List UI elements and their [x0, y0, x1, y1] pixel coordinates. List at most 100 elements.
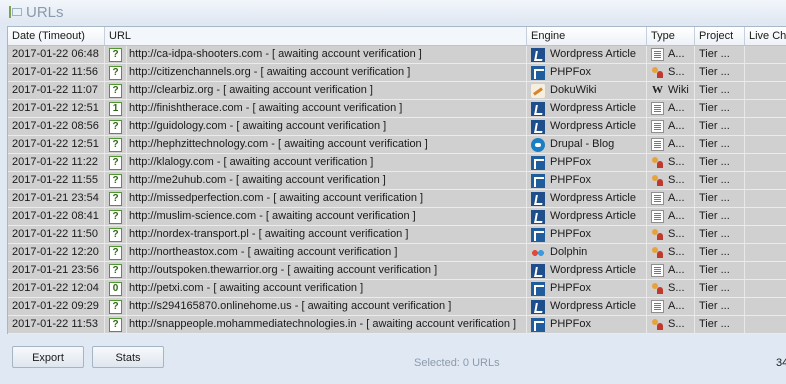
row-status: ?	[105, 190, 127, 207]
row-date: 2017-01-22 06:48	[8, 46, 105, 63]
row-live-check	[745, 316, 786, 333]
row-live-check	[745, 46, 786, 63]
selected-count-text: Selected: 0 URLs	[414, 357, 500, 369]
row-status: ?	[105, 136, 127, 153]
row-status: ?	[105, 82, 127, 99]
column-header-type[interactable]: Type	[647, 27, 695, 45]
row-url: http://petxi.com - [ awaiting account ve…	[127, 280, 527, 297]
row-url: http://ca-idpa-shooters.com - [ awaiting…	[127, 46, 527, 63]
table-row[interactable]: 2017-01-22 12:51 1 http://finishtherace.co…	[8, 100, 786, 118]
row-engine-label: Wordpress Article	[550, 192, 636, 204]
row-live-check	[745, 154, 786, 171]
row-project: Tier ...	[695, 244, 745, 261]
window-titlebar: URLs	[0, 0, 786, 24]
row-engine-label: PHPFox	[550, 228, 591, 240]
row-engine: Wordpress Article	[527, 190, 647, 207]
status-badge: ?	[109, 155, 122, 170]
row-type: A...	[647, 100, 695, 117]
wordpress-icon	[531, 299, 545, 314]
window-title: URLs	[26, 3, 64, 21]
article-icon	[651, 48, 664, 61]
table-row[interactable]: 2017-01-22 08:41? http://muslim-science.c…	[8, 208, 786, 226]
row-engine-label: PHPFox	[550, 174, 591, 186]
wordpress-icon	[531, 191, 545, 206]
dolphin-icon	[531, 245, 545, 260]
row-type: S...	[647, 64, 695, 81]
row-status: ?	[105, 64, 127, 81]
wordpress-icon	[531, 47, 545, 62]
social-icon	[651, 228, 664, 241]
row-engine-label: Wordpress Article	[550, 48, 636, 60]
column-header-live-check[interactable]: Live Che	[745, 27, 786, 45]
row-project: Tier ...	[695, 226, 745, 243]
row-live-check	[745, 190, 786, 207]
article-icon	[651, 264, 664, 277]
row-date: 2017-01-22 11:07	[8, 82, 105, 99]
row-type: A...	[647, 262, 695, 279]
row-status: ?	[105, 226, 127, 243]
status-badge: ?	[109, 173, 122, 188]
table-row[interactable]: 2017-01-21 23:56? http://outspoken.thewar…	[8, 262, 786, 280]
row-status: ?	[105, 298, 127, 315]
row-type-label: A...	[668, 264, 685, 276]
status-badge: ?	[109, 83, 122, 98]
row-engine: Dolphin	[527, 244, 647, 261]
table-row[interactable]: 2017-01-22 11:07? http://clearbiz.org - […	[8, 82, 786, 100]
phpfox-icon	[531, 65, 545, 80]
column-header-engine[interactable]: Engine	[527, 27, 647, 45]
table-row[interactable]: 2017-01-22 12:20? http://northeastox.com …	[8, 244, 786, 262]
table-row[interactable]: 2017-01-22 12:51? http://hephzittechnolog…	[8, 136, 786, 154]
wordpress-icon	[531, 101, 545, 116]
table-row[interactable]: 2017-01-21 23:54? http://missedperfection…	[8, 190, 786, 208]
row-date: 2017-01-22 08:56	[8, 118, 105, 135]
article-icon	[651, 102, 664, 115]
row-engine-label: Wordpress Article	[550, 102, 636, 114]
row-project: Tier ...	[695, 100, 745, 117]
column-header-date[interactable]: Date (Timeout)	[8, 27, 105, 45]
export-button[interactable]: Export	[12, 346, 84, 368]
row-live-check	[745, 280, 786, 297]
wiki-icon: W	[652, 84, 663, 96]
column-header-url[interactable]: URL	[105, 27, 527, 45]
row-engine-label: DokuWiki	[550, 84, 597, 96]
table-row[interactable]: 2017-01-22 09:29? http://s294165870.onlin…	[8, 298, 786, 316]
row-engine: PHPFox	[527, 154, 647, 171]
table-row[interactable]: 2017-01-22 11:50? http://nordex-transport…	[8, 226, 786, 244]
row-status: 0	[105, 280, 127, 297]
row-live-check	[745, 244, 786, 261]
row-engine: PHPFox	[527, 226, 647, 243]
table-row[interactable]: 2017-01-22 11:55? http://me2uhub.com - [ …	[8, 172, 786, 190]
row-project: Tier ...	[695, 262, 745, 279]
row-type-label: A...	[668, 138, 685, 150]
row-type: S...	[647, 226, 695, 243]
row-url: http://nordex-transport.pl - [ awaiting …	[127, 226, 527, 243]
stats-button[interactable]: Stats	[92, 346, 164, 368]
table-row[interactable]: 2017-01-22 08:56? http://guidology.com - …	[8, 118, 786, 136]
status-badge: ?	[109, 227, 122, 242]
bottom-bar: Export Stats Selected: 0 URLs 34	[0, 334, 786, 384]
column-header-project[interactable]: Project	[695, 27, 745, 45]
article-icon	[651, 120, 664, 133]
row-engine-label: PHPFox	[550, 282, 591, 294]
table-row[interactable]: 2017-01-22 11:56? http://citizenchannels.…	[8, 64, 786, 82]
row-live-check	[745, 82, 786, 99]
status-badge: ?	[109, 137, 122, 152]
row-engine-label: Wordpress Article	[550, 120, 636, 132]
row-project: Tier ...	[695, 280, 745, 297]
table-row[interactable]: 2017-01-22 12:04 0 http://petxi.com - [ aw…	[8, 280, 786, 298]
row-type-label: A...	[668, 300, 685, 312]
row-status: ?	[105, 244, 127, 261]
status-badge: ?	[109, 263, 122, 278]
row-engine: PHPFox	[527, 316, 647, 333]
row-date: 2017-01-21 23:54	[8, 190, 105, 207]
grid-header: Date (Timeout) URL Engine Type Project L…	[8, 27, 786, 46]
social-icon	[651, 66, 664, 79]
row-type-label: S...	[668, 66, 685, 78]
row-status: ?	[105, 118, 127, 135]
table-row[interactable]: 2017-01-22 11:53? http://snappeople.moham…	[8, 316, 786, 334]
table-row[interactable]: 2017-01-22 06:48? http://ca-idpa-shooters…	[8, 46, 786, 64]
phpfox-icon	[531, 173, 545, 188]
row-live-check	[745, 118, 786, 135]
table-row[interactable]: 2017-01-22 11:22? http://klalogy.com - [ …	[8, 154, 786, 172]
urls-grid[interactable]: Date (Timeout) URL Engine Type Project L…	[7, 26, 786, 335]
